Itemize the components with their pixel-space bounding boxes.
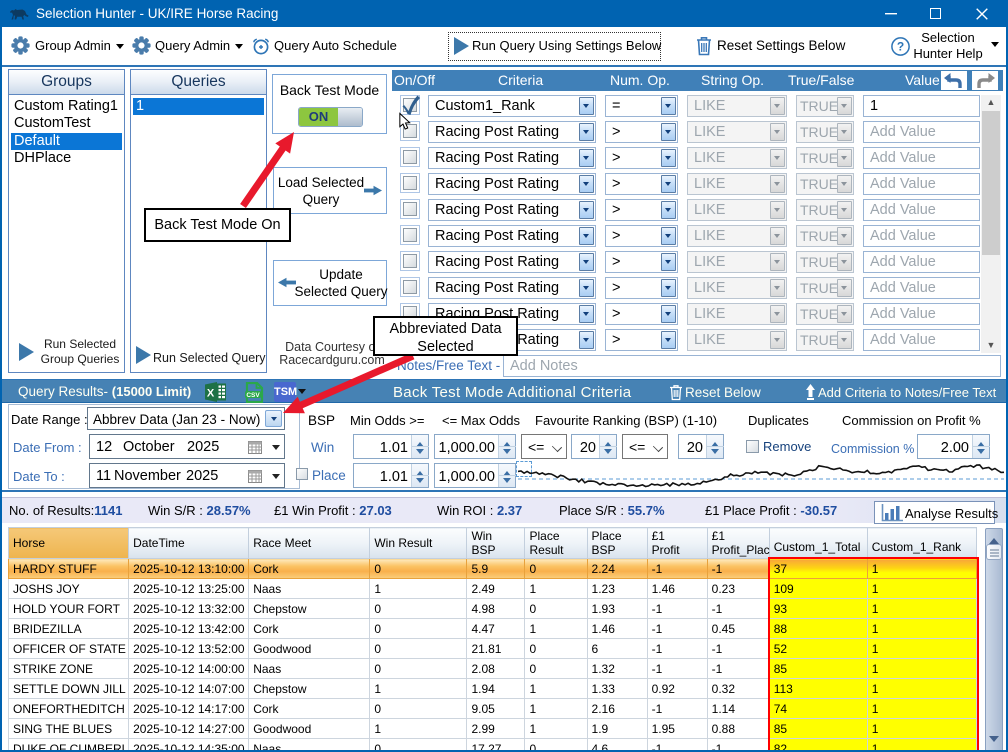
svg-text:X: X bbox=[207, 388, 215, 400]
svg-text:CSV: CSV bbox=[246, 392, 260, 399]
svg-text:?: ? bbox=[897, 40, 904, 54]
